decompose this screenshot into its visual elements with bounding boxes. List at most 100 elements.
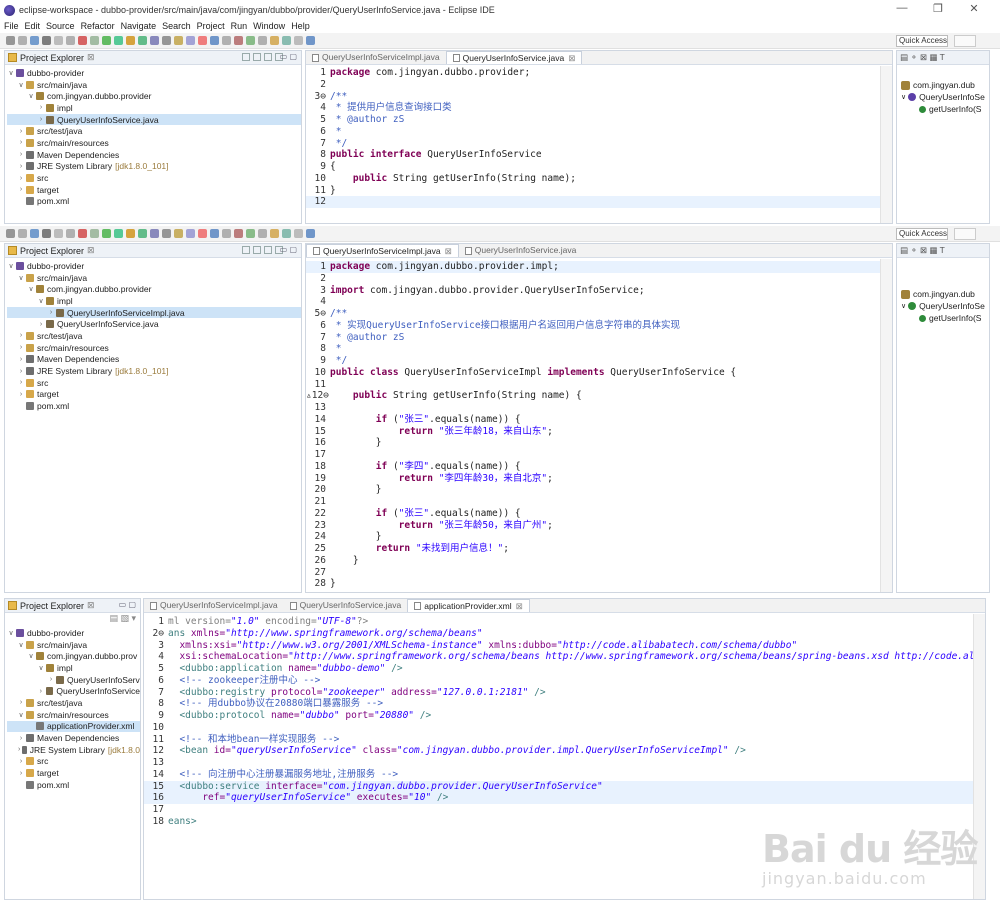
outline-header[interactable]: ▤ ⚬ ⊠ ▦ T <box>897 51 989 65</box>
toolbar-icon[interactable] <box>222 36 231 45</box>
tree-item[interactable]: ∨ impl <box>7 662 140 674</box>
toolbar-icon[interactable] <box>102 229 111 238</box>
code-line[interactable]: 7 * @author zS <box>306 332 882 344</box>
tree-item[interactable]: ∨ com.jingyan.dubbo.provider <box>7 283 301 295</box>
code-line[interactable]: 8 <!-- 用dubbo协议在20880端口暴露服务 --> <box>144 698 974 710</box>
toolbar-icon[interactable] <box>90 36 99 45</box>
code-line[interactable]: 14 if ("张三".equals(name)) { <box>306 414 882 426</box>
expand-toggle-icon[interactable]: › <box>17 770 25 777</box>
toolbar-icon[interactable] <box>114 36 123 45</box>
code-line[interactable]: 4 <box>306 296 882 308</box>
toolbar-icon[interactable] <box>294 229 303 238</box>
toolbar-icon[interactable] <box>114 229 123 238</box>
tree-item[interactable]: › QueryUserInfoService.java <box>7 113 301 126</box>
toolbar-icon[interactable] <box>174 229 183 238</box>
menu-refactor[interactable]: Refactor <box>81 21 115 31</box>
expand-toggle-icon[interactable]: › <box>17 163 25 170</box>
outline-item[interactable]: com.jingyan.dub <box>897 79 989 91</box>
perspective-switcher[interactable] <box>954 35 976 47</box>
view-toolbar[interactable]: ▤ ▧ ▾ <box>5 613 140 625</box>
toolbar-icon[interactable] <box>54 36 63 45</box>
tree-item[interactable]: ∨ src/main/java <box>7 639 140 651</box>
outline-toolbar[interactable] <box>897 65 989 79</box>
toolbar-icon[interactable] <box>282 229 291 238</box>
expand-toggle-icon[interactable]: ∨ <box>17 274 25 282</box>
expand-toggle-icon[interactable]: › <box>17 332 25 339</box>
expand-toggle-icon[interactable]: › <box>17 128 25 135</box>
toolbar-icon[interactable] <box>150 36 159 45</box>
code-line[interactable]: 7 <dubbo:registry protocol="zookeeper" a… <box>144 687 974 699</box>
expand-toggle-icon[interactable]: › <box>17 368 25 375</box>
toolbar-icon[interactable] <box>210 229 219 238</box>
code-line[interactable]: ▵12⊖ public String getUserInfo(String na… <box>306 390 882 402</box>
code-line[interactable]: 1 package com.jingyan.dubbo.provider; <box>306 67 882 79</box>
editor-tab[interactable]: QueryUserInfoServiceImpl.java <box>306 51 446 64</box>
tree-item[interactable]: applicationProvider.xml <box>7 720 140 733</box>
expand-toggle-icon[interactable]: ∨ <box>7 629 15 637</box>
code-line[interactable]: 7 */ <box>306 138 882 150</box>
toolbar-icon[interactable] <box>306 229 315 238</box>
toolbar-icon[interactable] <box>210 36 219 45</box>
code-line[interactable]: 23 return "张三年龄50，来自广州"; <box>306 520 882 532</box>
tree-item[interactable]: › src/test/java <box>7 330 301 342</box>
expand-toggle-icon[interactable]: › <box>17 391 25 398</box>
toolbar-icon[interactable] <box>102 36 111 45</box>
code-line[interactable]: 4 * 提供用户信息查询接口类 <box>306 102 882 114</box>
tree-item[interactable]: › target <box>7 389 301 401</box>
toolbar-icon[interactable] <box>30 229 39 238</box>
tree-item[interactable]: pom.xml <box>7 196 301 208</box>
toolbar-icon[interactable] <box>66 36 75 45</box>
perspective-switcher[interactable] <box>954 228 976 240</box>
code-line[interactable]: 3 import com.jingyan.dubbo.provider.Query… <box>306 285 882 297</box>
editor-tab[interactable]: QueryUserInfoServiceImpl.java <box>144 599 284 612</box>
toolbar-icon[interactable] <box>138 229 147 238</box>
code-line[interactable]: 25 return "未找到用户信息！"; <box>306 543 882 555</box>
code-line[interactable]: 8 public interface QueryUserInfoService <box>306 149 882 161</box>
code-line[interactable]: 16 } <box>306 437 882 449</box>
code-line[interactable]: 16 ref="queryUserInfoService" executes="… <box>144 792 974 804</box>
toolbar-icon[interactable] <box>270 36 279 45</box>
tree-item[interactable]: › target <box>7 767 140 779</box>
code-line[interactable]: 2 <box>306 273 882 285</box>
toolbar-icon[interactable] <box>234 36 243 45</box>
toolbar-icon[interactable] <box>90 229 99 238</box>
tree-item[interactable]: › src/test/java <box>7 125 301 137</box>
tab-close-icon[interactable]: ⊠ <box>568 52 575 65</box>
maximize-button[interactable]: ❐ <box>920 2 956 15</box>
code-line[interactable]: 13 <box>306 402 882 414</box>
code-line[interactable]: 11 <box>306 379 882 391</box>
expand-toggle-icon[interactable]: › <box>17 356 25 363</box>
code-line[interactable]: 9 <dubbo:protocol name="dubbo" port="208… <box>144 710 974 722</box>
outline-item[interactable]: ∨ QueryUserInfoSe <box>897 91 989 103</box>
tree-item[interactable]: › impl <box>7 102 301 114</box>
expand-toggle-icon[interactable]: ∨ <box>27 285 35 293</box>
tree-item[interactable]: ∨ com.jingyan.dubbo.provider <box>7 90 301 102</box>
code-editor[interactable]: 1 ml version="1.0" encoding="UTF-8"?> 2⊖ an… <box>144 616 985 828</box>
toolbar-icon[interactable] <box>78 36 87 45</box>
toolbar-icon[interactable] <box>18 36 27 45</box>
tree-item[interactable]: ∨ src/main/java <box>7 79 301 91</box>
menu-run[interactable]: Run <box>231 21 248 31</box>
tree-item[interactable]: ∨ src/main/java <box>7 272 301 284</box>
toolbar-icon[interactable] <box>42 36 51 45</box>
expand-toggle-icon[interactable]: ∨ <box>7 69 15 77</box>
tree-item[interactable]: › Maven Dependencies <box>7 732 140 744</box>
project-explorer-header[interactable]: Project Explorer ⊠ ▭ ▢ <box>5 244 301 258</box>
tree-item[interactable]: › QueryUserInfoService.java <box>7 318 301 330</box>
expand-toggle-icon[interactable]: › <box>47 309 55 316</box>
view-toolbar[interactable] <box>242 53 283 61</box>
code-line[interactable]: 1 package com.jingyan.dubbo.provider.impl… <box>306 261 882 273</box>
editor-tab[interactable]: applicationProvider.xml ⊠ <box>407 599 530 612</box>
code-line[interactable]: 22 if ("张三".equals(name)) { <box>306 508 882 520</box>
toolbar-icon[interactable] <box>258 36 267 45</box>
menu-edit[interactable]: Edit <box>25 21 41 31</box>
code-line[interactable]: 27 <box>306 567 882 579</box>
toolbar-icon[interactable] <box>186 229 195 238</box>
code-line[interactable]: 5⊖ /** <box>306 308 882 320</box>
code-line[interactable]: 17 <box>306 449 882 461</box>
tree-item[interactable]: › JRE System Library [jdk1.8.0_101] <box>7 365 301 377</box>
code-line[interactable]: 21 <box>306 496 882 508</box>
expand-toggle-icon[interactable]: › <box>17 699 25 706</box>
code-line[interactable]: 10 public String getUserInfo(String name… <box>306 173 882 185</box>
expand-toggle-icon[interactable]: ∨ <box>7 262 15 270</box>
